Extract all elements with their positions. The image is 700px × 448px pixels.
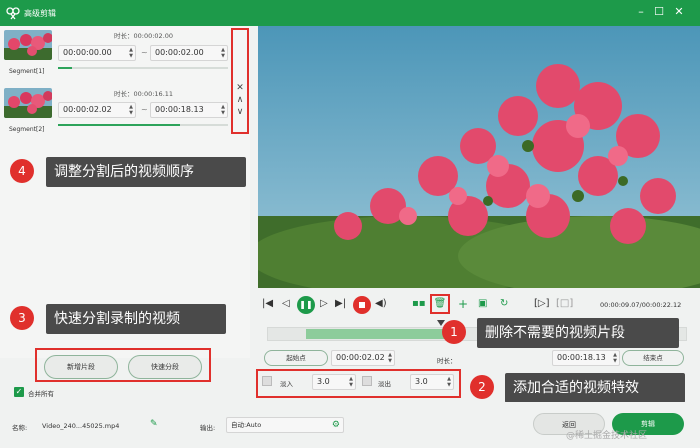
prev-frame-icon[interactable]: ◁: [282, 298, 290, 310]
volume-icon[interactable]: ◀): [375, 298, 387, 310]
segment-start-input[interactable]: 00:00:02.02 ▲ ▼: [58, 102, 136, 118]
segment-order-controls: ✕ ∧ ∨: [232, 30, 248, 134]
playback-time: 00:00:09.07/00:00:22.12: [600, 301, 682, 309]
callout-effects: 添加合适的视频特效: [505, 373, 685, 403]
spin-arrows-icon[interactable]: ▲ ▼: [129, 104, 133, 116]
segment-progress-track: [58, 67, 228, 69]
segment-duration: 时长：00:00:02.00: [114, 32, 174, 40]
merge-all-checkbox[interactable]: ✓: [14, 387, 24, 397]
end-point-button[interactable]: 结束点: [622, 350, 684, 366]
spin-arrows-icon[interactable]: ▲ ▼: [221, 47, 225, 59]
settings-gear-icon[interactable]: ⚙: [332, 418, 340, 432]
move-down-icon[interactable]: ∨: [232, 106, 248, 118]
segment-thumbnail: [4, 30, 52, 60]
fade-in-label: 淡入: [280, 380, 293, 388]
stop-button[interactable]: [353, 296, 371, 314]
minimize-button[interactable]: –: [634, 5, 648, 19]
output-label: 输出:: [200, 424, 216, 432]
fade-in-input[interactable]: 3.0 ▲ ▼: [312, 374, 356, 390]
segment-label: Segment[2]: [9, 126, 45, 133]
start-point-button[interactable]: 起始点: [264, 350, 328, 366]
trim-start-input[interactable]: 00:00:02.02 ▲ ▼: [331, 350, 395, 366]
output-select[interactable]: 自动:Auto ⚙: [226, 417, 344, 433]
quick-split-button[interactable]: 快速分段: [128, 355, 202, 379]
mark-in-icon[interactable]: [▷]: [534, 298, 550, 310]
trim-duration-label: 时长：: [437, 357, 457, 365]
range-separator: ~: [141, 48, 148, 57]
segment-label: Segment[1]: [9, 68, 45, 75]
timeline-selection: [306, 329, 452, 339]
move-up-icon[interactable]: ∧: [232, 94, 248, 106]
name-label: 名称:: [12, 424, 28, 432]
add-icon[interactable]: +: [458, 298, 468, 310]
segment-progress-fill: [58, 67, 72, 69]
fade-out-input[interactable]: 3.0 ▲ ▼: [410, 374, 454, 390]
fade-out-checkbox[interactable]: [362, 376, 372, 386]
delete-icon[interactable]: 🗑: [433, 296, 447, 312]
segment-progress-fill: [58, 124, 180, 126]
bottom-bar: 名称: Video_240...45025.mp4 ✎ 输出: 自动:Auto ⚙…: [0, 402, 700, 448]
app-logo-icon: [6, 7, 20, 20]
callout-number: 4: [10, 159, 34, 183]
maximize-button[interactable]: ☐: [652, 5, 666, 19]
close-button[interactable]: ✕: [672, 5, 686, 19]
callout-reorder: 调整分割后的视频顺序: [46, 157, 246, 187]
new-segment-button[interactable]: 新增片段: [44, 355, 118, 379]
callout-number: 2: [470, 375, 494, 399]
segment-thumbnail: [4, 88, 52, 118]
fade-out-label: 淡出: [378, 380, 391, 388]
segment-start-input[interactable]: 00:00:00.00 ▲ ▼: [58, 45, 136, 61]
spin-arrows-icon[interactable]: ▲ ▼: [447, 376, 451, 388]
callout-delete: 删除不需要的视频片段: [477, 318, 679, 348]
segment-item[interactable]: Segment[1] 时长：00:00:02.00 00:00:00.00 ▲ ▼ …: [0, 26, 230, 80]
segment-end-input[interactable]: 00:00:02.00 ▲ ▼: [150, 45, 228, 61]
remove-segment-icon[interactable]: ✕: [232, 82, 248, 94]
callout-split: 快速分割录制的视频: [46, 304, 226, 334]
fade-in-checkbox[interactable]: [262, 376, 272, 386]
reset-icon[interactable]: ↻: [500, 298, 508, 310]
mark-out-icon[interactable]: [□]: [556, 298, 573, 310]
copy-icon[interactable]: ▣: [478, 298, 487, 310]
spin-arrows-icon[interactable]: ▲ ▼: [349, 376, 353, 388]
watermark: @稀土掘金技术社区: [566, 431, 648, 441]
spin-arrows-icon[interactable]: ▲ ▼: [221, 104, 225, 116]
spin-arrows-icon[interactable]: ▲ ▼: [388, 352, 392, 364]
skip-start-icon[interactable]: |◀: [262, 298, 273, 310]
callout-number: 1: [442, 320, 466, 344]
spin-arrows-icon[interactable]: ▲ ▼: [129, 47, 133, 59]
edit-name-icon[interactable]: ✎: [150, 419, 158, 429]
range-separator: ~: [141, 105, 148, 114]
trim-end-input[interactable]: 00:00:18.13 ▲ ▼: [552, 350, 620, 366]
merge-all-label: 合并所有: [28, 390, 54, 398]
segment-duration: 时长：00:00:16.11: [114, 90, 174, 98]
window-title: 高级剪辑: [24, 9, 56, 18]
skip-end-icon[interactable]: ▶|: [335, 298, 346, 310]
title-bar: 高级剪辑 – ☐ ✕: [0, 0, 700, 26]
split-icon[interactable]: ▪▪: [412, 298, 426, 310]
segment-item[interactable]: Segment[2] 时长：00:00:16.11 00:00:02.02 ▲ ▼ …: [0, 84, 230, 138]
pause-button[interactable]: ❚❚: [297, 296, 315, 314]
video-preview[interactable]: [248, 26, 700, 296]
callout-number: 3: [10, 306, 34, 330]
next-frame-icon[interactable]: ▷: [320, 298, 328, 310]
segment-end-input[interactable]: 00:00:18.13 ▲ ▼: [150, 102, 228, 118]
file-name: Video_240...45025.mp4: [42, 422, 120, 430]
spin-arrows-icon[interactable]: ▲ ▼: [613, 352, 617, 364]
